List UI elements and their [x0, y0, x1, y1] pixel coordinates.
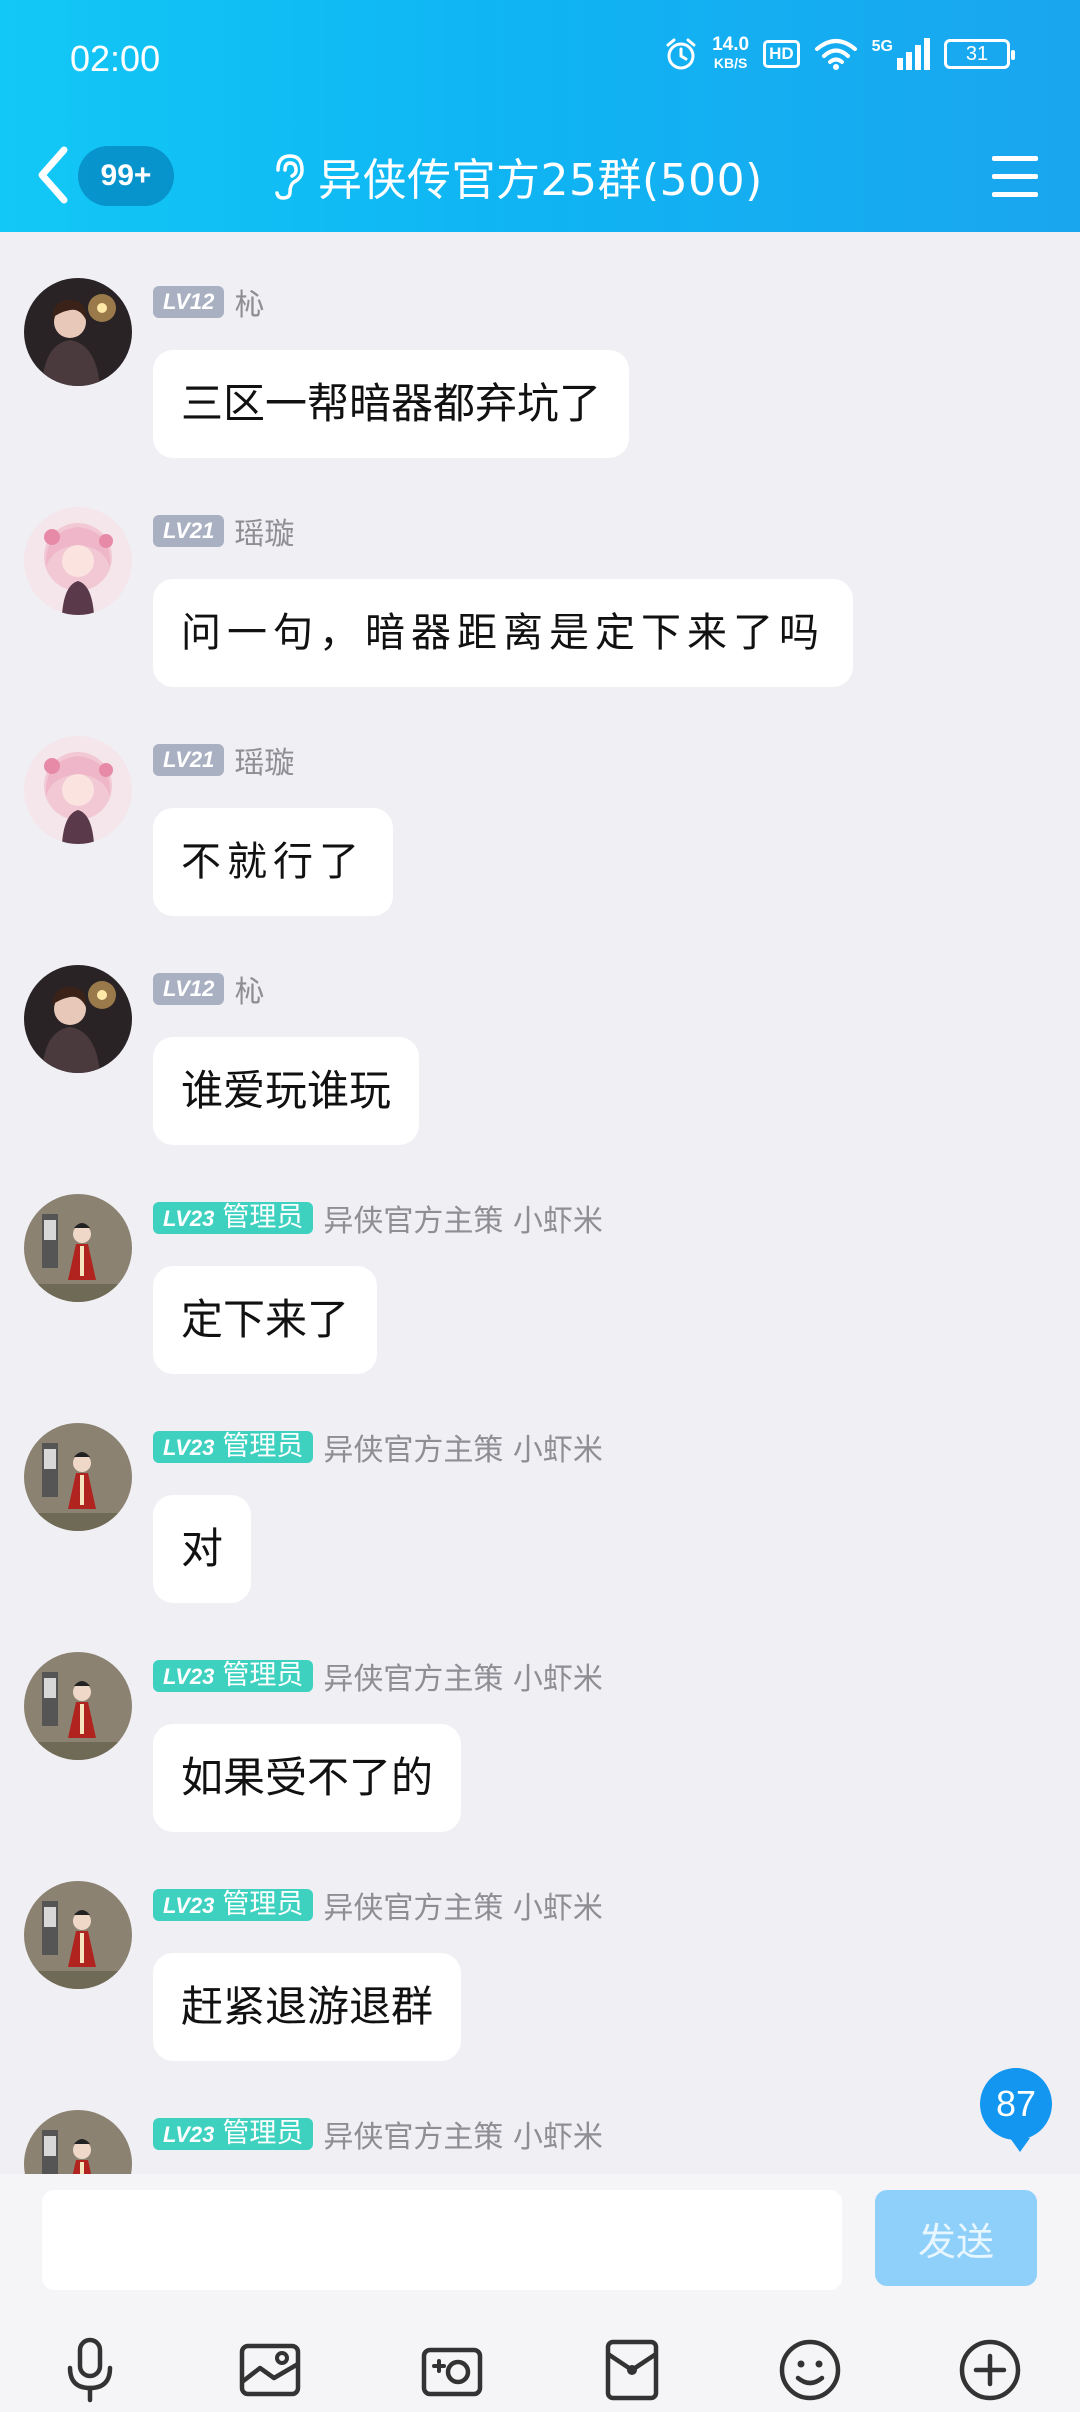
avatar[interactable]	[24, 1194, 132, 1302]
sender-meta: LV23 管理员 异侠官方主策 小虾米	[153, 2116, 603, 2155]
sender-meta: LV23 管理员 异侠官方主策 小虾米	[153, 1887, 603, 1926]
avatar[interactable]	[24, 507, 132, 615]
level-badge: LV21	[153, 744, 225, 776]
avatar[interactable]	[24, 1881, 132, 1989]
sender-meta: LV12 杺	[153, 284, 264, 323]
message-bubble[interactable]: 对	[153, 1495, 252, 1603]
sender-nickname[interactable]: 异侠官方主策 小虾米	[323, 1425, 603, 1469]
signal-icon	[897, 38, 930, 70]
role-label: 管理员	[222, 1202, 304, 1233]
level-badge: LV23 管理员	[153, 1889, 314, 1921]
plus-icon	[959, 2339, 1021, 2401]
sender-meta: LV23 管理员 异侠官方主策 小虾米	[153, 1658, 603, 1697]
sender-meta: LV23 管理员 异侠官方主策 小虾米	[153, 1429, 603, 1468]
new-message-count-badge[interactable]: 87	[980, 2068, 1052, 2152]
red-packet-icon	[605, 2339, 659, 2401]
microphone-icon	[67, 2337, 113, 2403]
message-bubble[interactable]: 如果受不了的	[153, 1724, 462, 1832]
role-label: 管理员	[222, 1889, 304, 1920]
level-label: LV23	[163, 1664, 215, 1689]
avatar[interactable]	[24, 736, 132, 844]
sender-nickname[interactable]: 异侠官方主策 小虾米	[323, 1654, 603, 1698]
level-label: LV23	[163, 1206, 215, 1231]
input-toolbar	[0, 2324, 1080, 2412]
avatar[interactable]	[24, 278, 132, 386]
sender-meta: LV21 瑶璇	[153, 742, 294, 781]
sender-nickname[interactable]: 异侠官方主策 小虾米	[323, 2112, 603, 2156]
sender-meta: LV23 管理员 异侠官方主策 小虾米	[153, 1200, 603, 1239]
level-label: LV21	[163, 518, 215, 543]
image-button[interactable]	[234, 2334, 306, 2406]
status-icons: 14.0 KB/S HD 5G 31	[664, 34, 1015, 72]
message-bubble[interactable]: 赶紧退游退群	[153, 1953, 462, 2061]
role-label: 管理员	[222, 1660, 304, 1691]
signal-group: 5G	[872, 38, 930, 70]
level-badge: LV23 管理员	[153, 1202, 314, 1234]
nav-bar: 99+ 异侠传官方25群(500)	[0, 120, 1080, 232]
unread-count-badge[interactable]: 99+	[78, 146, 174, 206]
wifi-icon	[814, 39, 857, 70]
message-bubble[interactable]: 定下来了	[153, 1266, 378, 1374]
chat-title: 异侠传官方25群(500)	[318, 155, 763, 206]
level-badge: LV23 管理员	[153, 1431, 314, 1463]
avatar[interactable]	[24, 965, 132, 1073]
message-input[interactable]	[42, 2190, 842, 2290]
message-bubble[interactable]: 谁爱玩谁玩	[153, 1037, 420, 1145]
more-button[interactable]	[954, 2334, 1026, 2406]
level-badge: LV23 管理员	[153, 2118, 314, 2150]
menu-icon	[992, 156, 1038, 197]
network-speed-value: 14.0	[712, 34, 750, 55]
role-label: 管理员	[222, 2118, 304, 2149]
ear-icon	[275, 154, 304, 200]
level-badge: LV12	[153, 286, 225, 318]
red-packet-button[interactable]	[596, 2334, 668, 2406]
status-bar: 02:00 14.0 KB/S HD 5G 31	[0, 0, 1080, 120]
sender-nickname[interactable]: 异侠官方主策 小虾米	[323, 1883, 603, 1927]
level-label: LV12	[163, 289, 215, 314]
back-button[interactable]	[30, 140, 80, 210]
battery-icon: 31	[944, 39, 1015, 69]
sender-nickname[interactable]: 杺	[234, 967, 264, 1011]
level-label: LV23	[163, 1435, 215, 1460]
composer: 发送	[0, 2174, 1080, 2412]
sender-meta: LV12 杺	[153, 971, 264, 1010]
role-label: 管理员	[222, 1431, 304, 1462]
level-label: LV12	[163, 976, 215, 1001]
hd-badge: HD	[763, 40, 800, 68]
chat-header: 02:00 14.0 KB/S HD 5G 31 99+ 异侠传官方25群(50…	[0, 0, 1080, 232]
alarm-icon	[666, 38, 696, 70]
camera-icon	[421, 2347, 483, 2397]
sender-nickname[interactable]: 杺	[234, 280, 264, 324]
message-bubble[interactable]: 不就行了	[153, 808, 393, 916]
level-badge: LV21	[153, 515, 225, 547]
chat-title-group[interactable]: 异侠传官方25群(500)	[270, 140, 763, 212]
sender-meta: LV21 瑶璇	[153, 513, 294, 552]
message-bubble[interactable]: 问一句，暗器距离是定下来了吗	[153, 579, 853, 687]
sender-nickname[interactable]: 瑶璇	[234, 509, 294, 553]
image-icon	[239, 2343, 301, 2397]
voice-button[interactable]	[54, 2334, 126, 2406]
level-label: LV21	[163, 747, 215, 772]
avatar[interactable]	[24, 1423, 132, 1531]
emoji-icon	[779, 2339, 841, 2401]
avatar[interactable]	[24, 2110, 132, 2174]
network-type: 5G	[871, 38, 893, 55]
network-speed-unit: KB/S	[713, 55, 748, 71]
level-label: LV23	[163, 1893, 215, 1918]
status-time: 02:00	[70, 38, 161, 79]
camera-button[interactable]	[416, 2334, 488, 2406]
back-icon	[38, 146, 68, 204]
send-button[interactable]: 发送	[875, 2190, 1037, 2286]
level-badge: LV12	[153, 973, 225, 1005]
sender-nickname[interactable]: 异侠官方主策 小虾米	[323, 1196, 603, 1240]
message-bubble[interactable]: 三区一帮暗器都弃坑了	[153, 350, 630, 458]
level-label: LV23	[163, 2122, 215, 2147]
sender-nickname[interactable]: 瑶璇	[234, 738, 294, 782]
network-speed: 14.0 KB/S	[712, 34, 750, 72]
menu-button[interactable]	[990, 146, 1040, 206]
message-list[interactable]: LV12 杺三区一帮暗器都弃坑了 LV21 瑶璇 问一句，暗器距离是定下来了吗 LV21 瑶…	[0, 232, 1080, 2174]
level-badge: LV23 管理员	[153, 1660, 314, 1692]
avatar[interactable]	[24, 1652, 132, 1760]
emoji-button[interactable]	[774, 2334, 846, 2406]
